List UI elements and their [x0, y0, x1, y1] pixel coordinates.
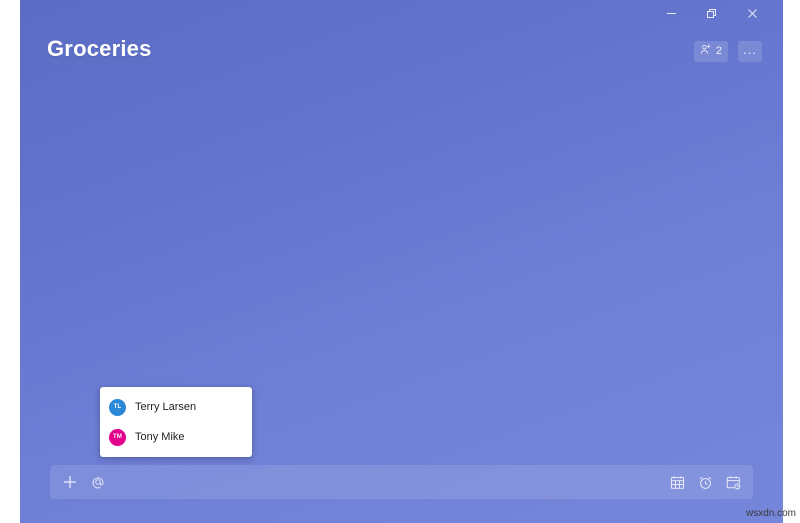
add-task-left-tools — [62, 474, 105, 490]
person-name: Tony Mike — [135, 431, 185, 443]
avatar: TL — [109, 398, 126, 416]
repeat-calendar-icon[interactable] — [726, 475, 741, 490]
calendar-icon[interactable] — [670, 475, 685, 490]
avatar: TM — [109, 428, 126, 446]
restore-window-icon — [706, 8, 717, 19]
watermark: wsxdn.com — [745, 508, 796, 519]
add-task-right-tools — [670, 475, 741, 490]
more-options-button[interactable]: ... — [738, 41, 762, 62]
list-item[interactable]: TL Terry Larsen — [100, 392, 252, 422]
add-task-bar[interactable] — [50, 465, 753, 499]
close-icon — [747, 8, 758, 19]
app-window: Groceries 2 ... TL Terry Larsen TM Tony … — [20, 0, 783, 523]
share-list-button[interactable]: 2 — [693, 41, 728, 62]
mention-suggestion-popup: TL Terry Larsen TM Tony Mike — [100, 387, 252, 457]
ellipsis-icon: ... — [743, 41, 757, 57]
person-name: Terry Larsen — [135, 401, 197, 413]
maximize-button[interactable] — [691, 0, 731, 26]
close-button[interactable] — [732, 0, 772, 26]
plus-icon[interactable] — [62, 474, 78, 490]
minimize-icon — [666, 8, 677, 19]
page-title: Groceries — [47, 36, 152, 61]
header-actions: 2 ... — [693, 41, 762, 62]
list-item[interactable]: TM Tony Mike — [100, 422, 252, 452]
people-add-icon — [700, 43, 713, 61]
alarm-clock-icon[interactable] — [698, 475, 713, 490]
minimize-button[interactable] — [651, 0, 691, 26]
add-task-input[interactable] — [117, 475, 670, 489]
share-count-label: 2 — [715, 45, 722, 57]
title-bar[interactable] — [20, 0, 783, 26]
at-mention-icon[interactable] — [91, 475, 105, 489]
